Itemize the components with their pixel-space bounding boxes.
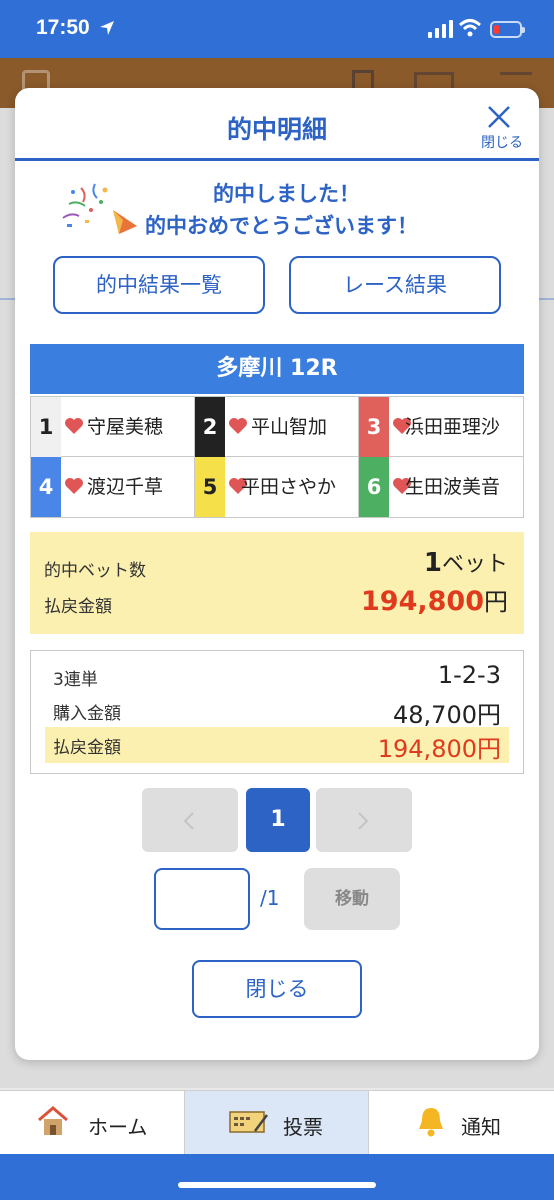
bet-combination: 1-2-3 [437, 661, 501, 689]
wifi-icon [458, 19, 482, 37]
congrats-line-2: 的中おめでとうございます！ [145, 214, 418, 238]
hit-summary: 的中ベット数 1ベット 払戻金額 194,800円 [30, 532, 524, 634]
close-button[interactable]: 閉じる [192, 960, 362, 1018]
cellular-signal-icon [428, 20, 453, 38]
next-page-button[interactable] [316, 788, 412, 852]
racer-2: 2 平山智加 [195, 397, 359, 457]
racer-name: 浜田亜理沙 [405, 416, 501, 438]
close-label[interactable]: 閉じる [481, 132, 523, 152]
bet-detail: 3連単 1-2-3 購入金額 48,700円 払戻金額 194,800円 [30, 650, 524, 774]
bet-count-label: 的中ベット数 [44, 561, 146, 581]
heart-icon[interactable] [228, 417, 248, 435]
racer-name: 平山智加 [251, 416, 328, 438]
hit-detail-modal: 的中明細 閉じる 的中しました！ 的中おめでとうございます！ 的中結果一覧 レー… [15, 88, 539, 1060]
racer-name: 渡辺千草 [87, 476, 164, 498]
location-arrow-icon [100, 21, 114, 35]
tab-vote-label: 投票 [283, 1115, 323, 1139]
heart-icon[interactable] [64, 417, 84, 435]
house-icon [38, 1106, 68, 1135]
ticket-icon [229, 1111, 268, 1133]
racer-3: 3 浜田亜理沙 [359, 397, 523, 457]
current-page-button[interactable]: 1 [246, 788, 310, 852]
battery-icon [490, 21, 525, 38]
bottom-tab-bar: ホーム 投票 通知 [0, 1090, 554, 1155]
page-number-input[interactable] [154, 868, 250, 930]
modal-title: 的中明細 [226, 115, 327, 144]
bet-count-value: 1ベット [423, 548, 508, 578]
payout-label: 払戻金額 [44, 597, 112, 617]
tab-vote[interactable]: 投票 [184, 1091, 369, 1155]
payout-value: 194,800円 [361, 586, 508, 617]
racer-4: 4 渡辺千草 [31, 457, 195, 517]
tab-home[interactable]: ホーム [0, 1091, 184, 1155]
tab-notify-label: 通知 [461, 1115, 501, 1139]
racer-name: 生田波美音 [405, 476, 501, 498]
purchase-label: 購入金額 [53, 704, 121, 724]
close-icon-button[interactable] [481, 104, 517, 130]
racer-name: 平田さやか [241, 476, 337, 498]
title-divider [15, 158, 539, 161]
bet-type: 3連単 [53, 670, 98, 690]
tab-home-label: ホーム [88, 1115, 148, 1139]
status-time: 17:50 [36, 16, 90, 39]
home-indicator[interactable] [178, 1182, 376, 1188]
racer-number: 6 [359, 457, 389, 517]
race-result-button[interactable]: レース結果 [289, 256, 501, 314]
race-title: 多摩川 12R [30, 344, 524, 394]
chevron-left-icon [183, 812, 194, 830]
move-button[interactable]: 移動 [304, 868, 400, 930]
page-total: /1 [260, 886, 280, 910]
prev-page-button[interactable] [142, 788, 238, 852]
detail-payout-value: 194,800円 [377, 735, 501, 763]
racer-1: 1 守屋美穂 [31, 397, 195, 457]
heart-icon[interactable] [64, 477, 84, 495]
tab-notify[interactable]: 通知 [369, 1091, 554, 1155]
racer-number: 5 [195, 457, 225, 517]
party-popper-icon [62, 183, 137, 234]
racer-5: 5 平田さやか [195, 457, 359, 517]
racer-number: 1 [31, 397, 61, 457]
racer-number: 2 [195, 397, 225, 457]
congrats-line-1: 的中しました！ [213, 182, 360, 206]
status-bar: 17:50 [0, 0, 554, 58]
purchase-value: 48,700円 [393, 701, 501, 729]
detail-payout-label: 払戻金額 [53, 738, 121, 758]
racer-number: 4 [31, 457, 61, 517]
racer-name: 守屋美穂 [87, 416, 164, 438]
racer-6: 6 生田波美音 [359, 457, 523, 517]
chevron-right-icon [358, 812, 369, 830]
close-icon [488, 106, 510, 128]
home-bar [0, 1154, 554, 1200]
racer-number: 3 [359, 397, 389, 457]
racer-grid: 1 守屋美穂 2 平山智加 3 浜田亜理沙 4 渡辺千草 5 平田さやか 6 生… [30, 396, 524, 518]
bell-icon [419, 1108, 443, 1137]
hit-list-button[interactable]: 的中結果一覧 [53, 256, 265, 314]
